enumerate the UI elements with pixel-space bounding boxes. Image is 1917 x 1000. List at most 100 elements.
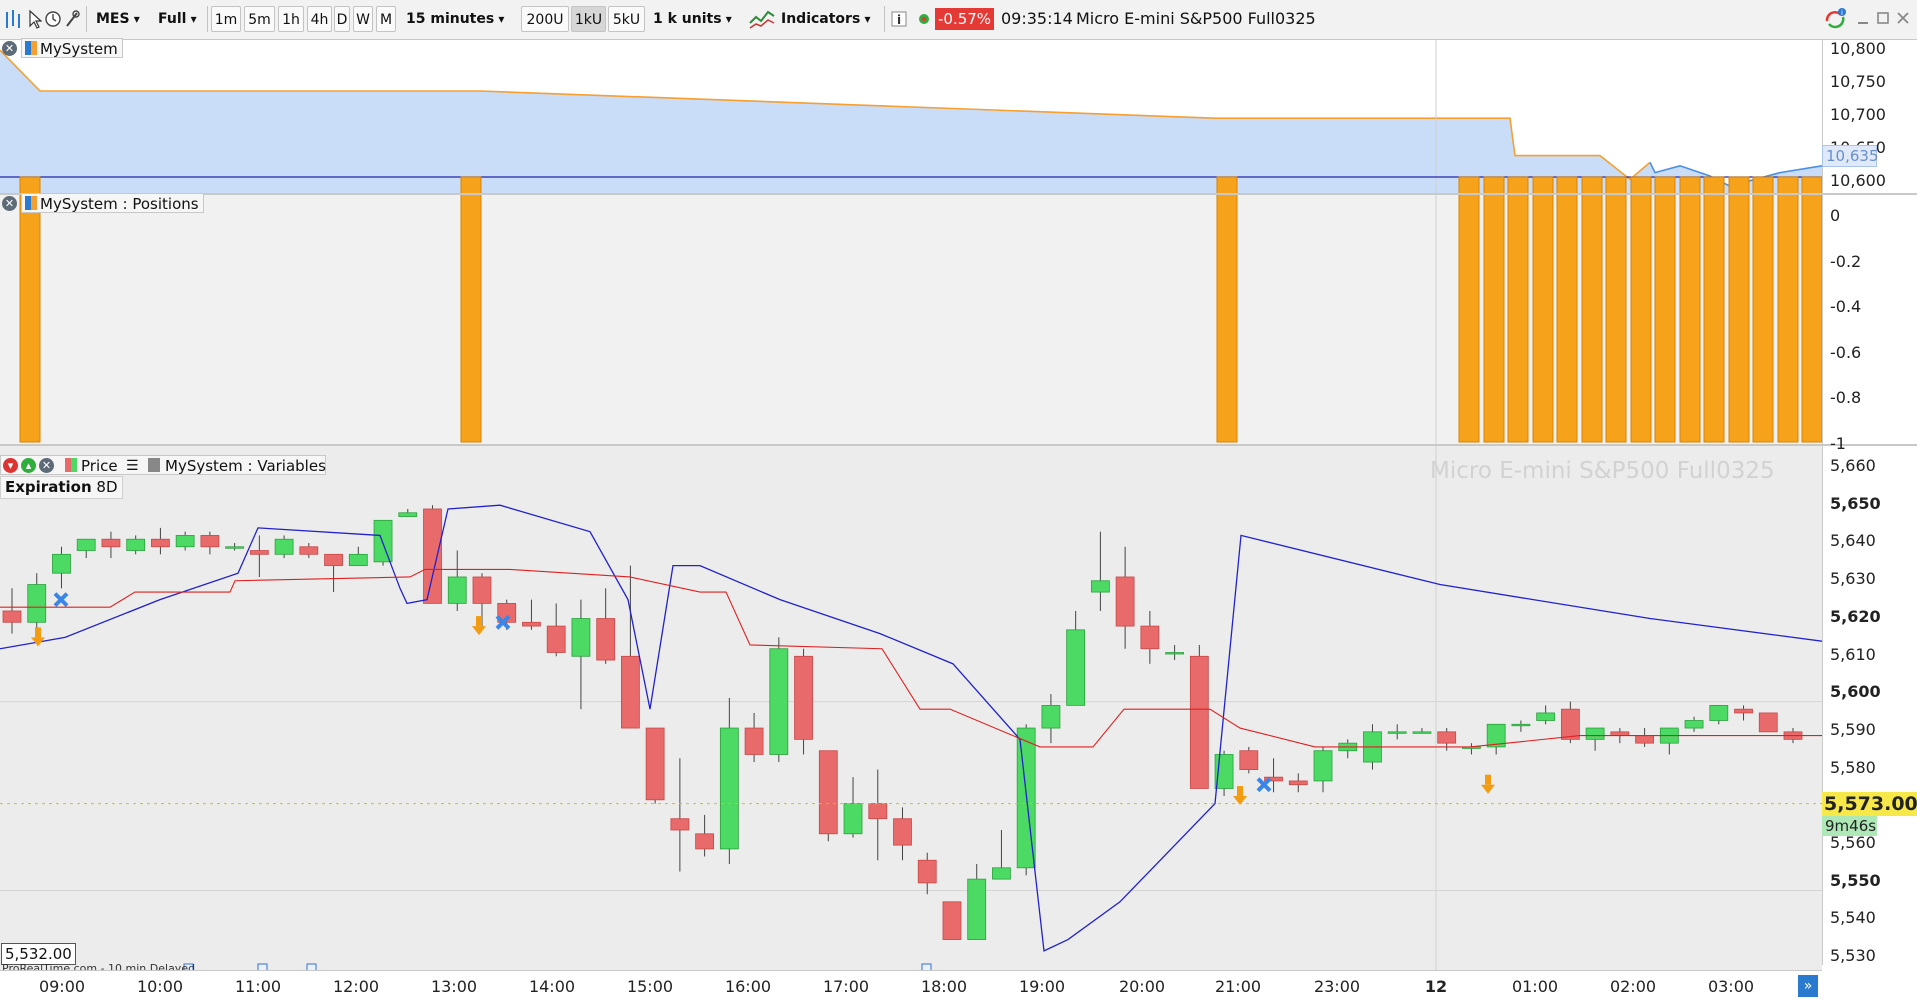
timeframe-button-w[interactable]: W <box>353 6 373 32</box>
scale-tick: -1 <box>1830 433 1846 453</box>
indicators-menu[interactable]: Indicators <box>781 6 871 32</box>
time-label: 20:00 <box>1118 977 1166 996</box>
maximize-icon[interactable] <box>1876 6 1890 32</box>
bullish-candle <box>1165 652 1184 655</box>
time-axis[interactable]: 09:00 10:00 11:00 12:00 13:00 14:00 15:00 16:00… <box>0 970 1822 1000</box>
units-button-200u[interactable]: 200U <box>521 6 569 32</box>
scale-tick: 10,750 <box>1830 72 1886 91</box>
position-bar <box>1483 176 1505 443</box>
chart-watermark: Micro E-mini S&P500 Full0325 <box>1430 458 1775 484</box>
interval-select[interactable]: 15 minutes <box>406 6 504 32</box>
indicator-color-icon <box>25 41 37 55</box>
scale-tick: 5,620 <box>1830 606 1881 626</box>
close-panel-icon[interactable]: ✕ <box>2 41 17 56</box>
collapse-down-icon[interactable]: ▾ <box>3 458 18 473</box>
expiration-tag: Expiration 8D <box>0 476 123 499</box>
time-label: 12:00 <box>332 977 380 996</box>
tools-icon[interactable] <box>64 6 80 32</box>
position-bar <box>1581 176 1603 443</box>
scale-tick: 10,600 <box>1830 171 1886 190</box>
bearish-candle <box>1734 708 1753 714</box>
units-select[interactable]: 1 k units <box>653 6 732 32</box>
scale-tick: 5,530 <box>1830 946 1876 966</box>
bullish-candle <box>447 576 467 604</box>
bearish-candle <box>1560 708 1580 740</box>
toolbar: MES Full 1m5m1h4hDWM 15 minutes 200U1kU5… <box>0 0 1917 40</box>
panel-divider[interactable] <box>0 193 1917 195</box>
bar-countdown: 9m46s <box>1822 816 1877 836</box>
panel-divider[interactable] <box>0 444 1917 446</box>
scale-tick: 0 <box>1830 206 1841 225</box>
equity-panel-label[interactable]: MySystem <box>21 38 123 58</box>
bearish-candle <box>1758 712 1778 733</box>
price-color-icon <box>65 458 77 472</box>
bullish-candle <box>225 546 245 549</box>
status-dot-icon <box>917 6 931 32</box>
bearish-candle <box>868 803 888 820</box>
bearish-candle <box>101 538 121 548</box>
close-window-icon[interactable] <box>1896 6 1910 32</box>
variables-color-icon <box>148 458 160 472</box>
minimize-icon[interactable] <box>1856 6 1870 32</box>
time-label: 19:00 <box>1018 977 1066 996</box>
timeframe-button-d[interactable]: D <box>334 6 350 32</box>
last-price-badge: 5,573.00 <box>1822 792 1917 816</box>
scale-tick: -0.2 <box>1830 251 1862 271</box>
bullish-candle <box>1709 704 1729 721</box>
scale-tick: 5,650 <box>1830 493 1881 513</box>
time-label: 13:00 <box>430 977 478 996</box>
position-bar <box>1556 176 1578 443</box>
units-button-1ku[interactable]: 1kU <box>571 6 606 32</box>
collapse-up-icon[interactable]: ▴ <box>21 458 36 473</box>
info-icon[interactable]: i <box>891 6 907 32</box>
price-panel-bg <box>0 446 1822 970</box>
bearish-candle <box>1239 750 1259 771</box>
bearish-candle <box>546 625 566 653</box>
bullish-candle <box>274 538 294 555</box>
position-bar <box>1801 176 1822 443</box>
positions-panel-label[interactable]: MySystem : Positions <box>21 193 204 213</box>
symbol-select[interactable]: MES <box>96 6 140 32</box>
display-select[interactable]: Full <box>158 6 197 32</box>
variables-label[interactable]: MySystem : Variables <box>165 456 326 476</box>
time-label: 17:00 <box>822 977 870 996</box>
refresh-icon[interactable]: i <box>1822 6 1848 32</box>
bullish-candle <box>1536 712 1556 721</box>
bullish-candle <box>1412 731 1432 734</box>
bearish-candle <box>893 818 912 846</box>
timeframe-button-4h[interactable]: 4h <box>307 6 332 32</box>
close-panel-icon[interactable]: ✕ <box>2 196 17 211</box>
list-icon[interactable]: ☰ <box>126 456 139 476</box>
bullish-candle <box>175 535 195 548</box>
scale-tick: 5,550 <box>1830 870 1881 890</box>
pointer-icon[interactable] <box>26 6 43 32</box>
bullish-candle <box>373 519 393 563</box>
scale-tick: 5,580 <box>1830 757 1876 777</box>
scale-tick: 5,540 <box>1830 908 1876 928</box>
bearish-candle <box>670 818 690 831</box>
bearish-candle <box>942 901 962 940</box>
bar-chart-icon[interactable] <box>4 6 22 32</box>
sell-arrow-icon <box>1237 786 1243 797</box>
chart-canvas[interactable] <box>0 40 1822 970</box>
bullish-candle <box>27 584 47 623</box>
close-panel-icon[interactable]: ✕ <box>39 458 54 473</box>
clock-icon[interactable] <box>44 6 62 32</box>
time-label: 16:00 <box>724 977 772 996</box>
price-label[interactable]: Price <box>81 456 118 476</box>
timeframe-button-m[interactable]: M <box>376 6 396 32</box>
indicators-icon[interactable] <box>748 6 776 32</box>
scroll-right-button[interactable]: » <box>1798 975 1818 997</box>
timeframe-button-1h[interactable]: 1h <box>278 6 304 32</box>
time-label: 10:00 <box>136 977 184 996</box>
bearish-candle <box>522 621 541 627</box>
bearish-candle <box>324 553 343 567</box>
timeframe-button-5m[interactable]: 5m <box>244 6 275 32</box>
units-button-5ku[interactable]: 5kU <box>608 6 645 32</box>
bullish-candle <box>571 618 591 657</box>
scale-tick: 5,660 <box>1830 456 1876 475</box>
scale-tick: -0.4 <box>1830 297 1862 316</box>
position-bar <box>19 176 41 443</box>
timeframe-button-1m[interactable]: 1m <box>211 6 241 32</box>
bullish-candle <box>769 648 789 755</box>
